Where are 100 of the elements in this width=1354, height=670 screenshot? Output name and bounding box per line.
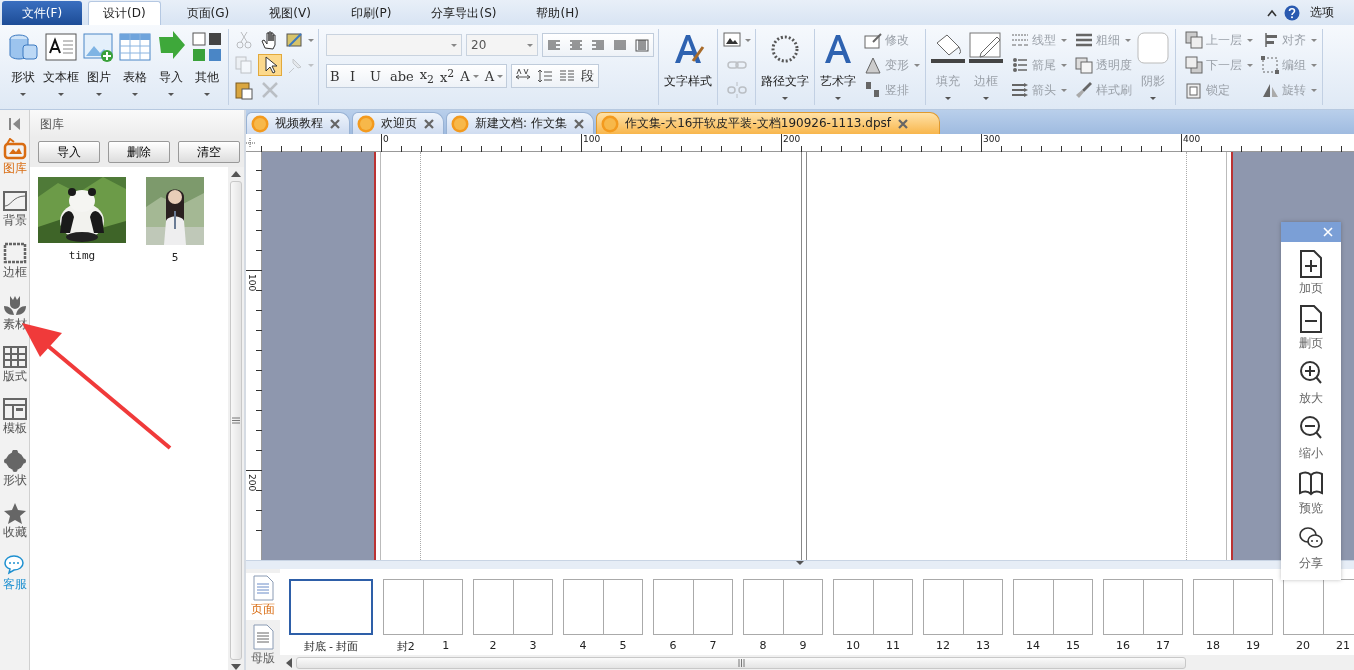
document-tab[interactable]: 作文集-大16开软皮平装-文档190926-1113.dpsf <box>595 112 940 134</box>
menu-tab[interactable]: 帮助(H) <box>522 1 593 25</box>
ribbon-button[interactable]: 形状 <box>5 29 41 105</box>
format-button[interactable]: I <box>347 65 367 87</box>
ribbon-button[interactable]: 文字样式 <box>662 29 714 105</box>
page-label: 8 <box>759 639 767 652</box>
page-thumbnail[interactable] <box>1103 579 1183 635</box>
panel-tab[interactable]: 页面 <box>246 573 280 620</box>
menu-tab[interactable]: 文件(F) <box>2 1 82 25</box>
ribbon-button[interactable]: 文本框 <box>41 29 81 105</box>
ruler-number: 400 <box>1183 134 1201 144</box>
image-caption: timg <box>68 249 96 262</box>
menu-tab[interactable]: 页面(G) <box>172 1 244 25</box>
copy-icon <box>234 55 254 75</box>
page-label: 1 <box>442 639 450 654</box>
ribbon-button[interactable]: 其他 <box>189 29 225 105</box>
sidebar-item[interactable]: 背景 <box>0 190 30 242</box>
menu-tab[interactable]: 设计(D) <box>88 1 161 25</box>
tool-button[interactable] <box>258 54 282 76</box>
scrollbar-thumb[interactable] <box>296 656 1186 669</box>
paragraph-button[interactable]: 段 <box>578 65 598 87</box>
page-thumbnail[interactable] <box>473 579 553 635</box>
panel-action[interactable]: 加页 <box>1299 250 1323 297</box>
app-badge-icon <box>357 114 375 133</box>
ribbon-button[interactable]: 表格 <box>117 29 153 105</box>
page-label: 19 <box>1246 639 1260 652</box>
panel-title: 图库 <box>30 110 244 137</box>
gallery-icon <box>2 138 27 160</box>
page-thumbnail[interactable] <box>833 579 913 635</box>
page-thumbnail[interactable] <box>289 579 373 635</box>
format-button[interactable]: A <box>457 65 482 87</box>
font-name-field[interactable] <box>326 34 462 56</box>
page-thumbnail[interactable] <box>923 579 1003 635</box>
ribbon-button[interactable]: 路径文字 <box>759 29 811 105</box>
image-caption: 5 <box>171 251 179 264</box>
panel-action[interactable]: 预览 <box>1299 470 1323 517</box>
page-label: 2 <box>489 639 497 652</box>
sidebar-item[interactable]: 边框 <box>0 242 30 294</box>
options-menu[interactable]: 选项 <box>1306 0 1338 25</box>
page-label: 12 <box>936 639 950 652</box>
page-label: 5 <box>619 639 627 652</box>
sidebar-item[interactable]: 版式 <box>0 346 30 398</box>
brush-icon <box>1074 80 1094 100</box>
panel-button[interactable]: 导入 <box>38 141 100 163</box>
align-icon <box>546 37 562 53</box>
layout-icon <box>2 398 27 420</box>
panel-action[interactable]: 缩小 <box>1299 415 1323 462</box>
panel-button[interactable]: 清空 <box>178 141 240 163</box>
page-label: 14 <box>1026 639 1040 652</box>
page-thumbnail[interactable] <box>1013 579 1093 635</box>
broken-link-icon <box>726 80 747 100</box>
menu-tab[interactable]: 分享导出(S) <box>417 1 511 25</box>
app-badge-icon <box>451 114 469 133</box>
page-thumbnail[interactable] <box>1283 579 1354 635</box>
page-thumbnail[interactable] <box>743 579 823 635</box>
panel-button[interactable]: 删除 <box>108 141 170 163</box>
page-thumbnail[interactable] <box>563 579 643 635</box>
format-button[interactable]: abe <box>387 65 417 87</box>
table-icon <box>119 31 151 63</box>
page-label: 7 <box>709 639 717 652</box>
panel-tab[interactable]: 母版 <box>246 622 280 669</box>
panel-action[interactable]: 删页 <box>1299 305 1323 352</box>
align-icon <box>634 37 650 53</box>
format-button[interactable]: U <box>367 65 387 87</box>
document-tab[interactable]: 新建文档: 作文集 <box>446 112 594 134</box>
sidebar-item[interactable]: 模板 <box>0 398 30 450</box>
font-size-field[interactable]: 20 <box>466 34 538 56</box>
grip-icon <box>737 658 745 667</box>
format-button[interactable]: A <box>481 65 506 87</box>
scissors-icon <box>234 30 254 50</box>
ribbon-button[interactable]: 艺术字 <box>818 29 858 105</box>
document-tab[interactable]: 欢迎页 <box>352 112 444 134</box>
menu-tab[interactable]: 印刷(P) <box>336 1 406 25</box>
close-icon <box>897 118 909 129</box>
panel-action[interactable]: 放大 <box>1299 360 1323 407</box>
format-button[interactable]: x$^{2}$ <box>437 65 458 87</box>
app-badge-icon <box>251 114 269 133</box>
sidebar-item[interactable]: 收藏 <box>0 502 30 554</box>
scrollbar-thumb[interactable] <box>230 181 242 660</box>
page-label: 15 <box>1066 639 1080 652</box>
page-thumbnail[interactable] <box>383 579 463 635</box>
document-tab[interactable]: 视频教程 <box>246 112 350 134</box>
page-thumbnail[interactable] <box>653 579 733 635</box>
align-icon <box>590 37 606 53</box>
sidebar-item[interactable]: 形状 <box>0 450 30 502</box>
align-icon <box>568 37 584 53</box>
menu-tab[interactable]: 视图(V) <box>255 1 325 25</box>
page-thumbnail[interactable] <box>1193 579 1273 635</box>
format-button[interactable]: x$_{2}$ <box>416 65 437 87</box>
page-label: 封2 <box>396 639 415 654</box>
panel-action[interactable]: 分享 <box>1299 525 1323 572</box>
ribbon-button[interactable]: 导入 <box>153 29 189 105</box>
edit-text-icon <box>863 30 883 50</box>
format-button[interactable]: B <box>327 65 347 87</box>
page-label: 3 <box>529 639 537 652</box>
scroll-down-icon <box>231 664 241 670</box>
caret-icon <box>451 43 457 47</box>
ribbon-button[interactable]: 图片 <box>81 29 117 105</box>
arrow-head-icon <box>1010 80 1030 100</box>
close-button[interactable] <box>1321 225 1335 239</box>
